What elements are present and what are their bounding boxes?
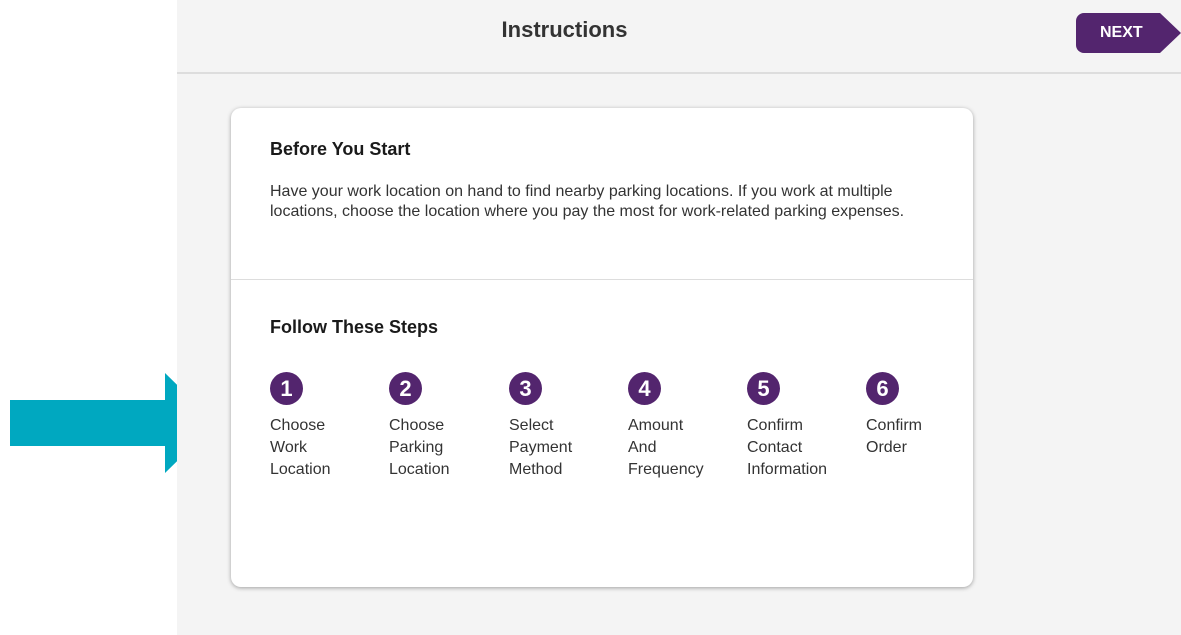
step-number-badge: 2 (389, 372, 422, 405)
step-label: Choose Parking Location (389, 417, 450, 478)
step-4: 4 Amount And Frequency (628, 372, 738, 481)
step-label: Choose Work Location (270, 417, 331, 478)
next-button[interactable]: NEXT (1076, 13, 1181, 53)
follow-steps-title: Follow These Steps (270, 317, 439, 337)
screenshot-stage: Instructions NEXT Before You Start Have … (0, 0, 1181, 635)
step-number-badge: 5 (747, 372, 780, 405)
instructions-card: Before You Start Have your work location… (231, 108, 973, 587)
page-title: Instructions (501, 17, 628, 42)
step-label: Amount And Frequency (628, 417, 704, 478)
step-1: 1 Choose Work Location (270, 372, 380, 481)
app-area: Instructions NEXT Before You Start Have … (177, 0, 1181, 635)
step-label: Confirm Order (866, 417, 923, 456)
header-bar: Instructions NEXT (177, 0, 1181, 74)
step-number-badge: 6 (866, 372, 899, 405)
step-number-badge: 1 (270, 372, 303, 405)
before-you-start-title: Before You Start (270, 139, 411, 159)
before-you-start-text: Have your work location on hand to find … (270, 183, 905, 220)
step-label: Confirm Contact Information (747, 417, 828, 478)
step-3: 3 Select Payment Method (509, 372, 619, 481)
step-2: 2 Choose Parking Location (389, 372, 499, 481)
step-label: Select Payment Method (509, 417, 573, 478)
step-6: 6 Confirm Order (866, 372, 976, 459)
section-divider (231, 279, 973, 280)
step-number-badge: 4 (628, 372, 661, 405)
step-number-badge: 3 (509, 372, 542, 405)
step-5: 5 Confirm Contact Information (747, 372, 857, 481)
